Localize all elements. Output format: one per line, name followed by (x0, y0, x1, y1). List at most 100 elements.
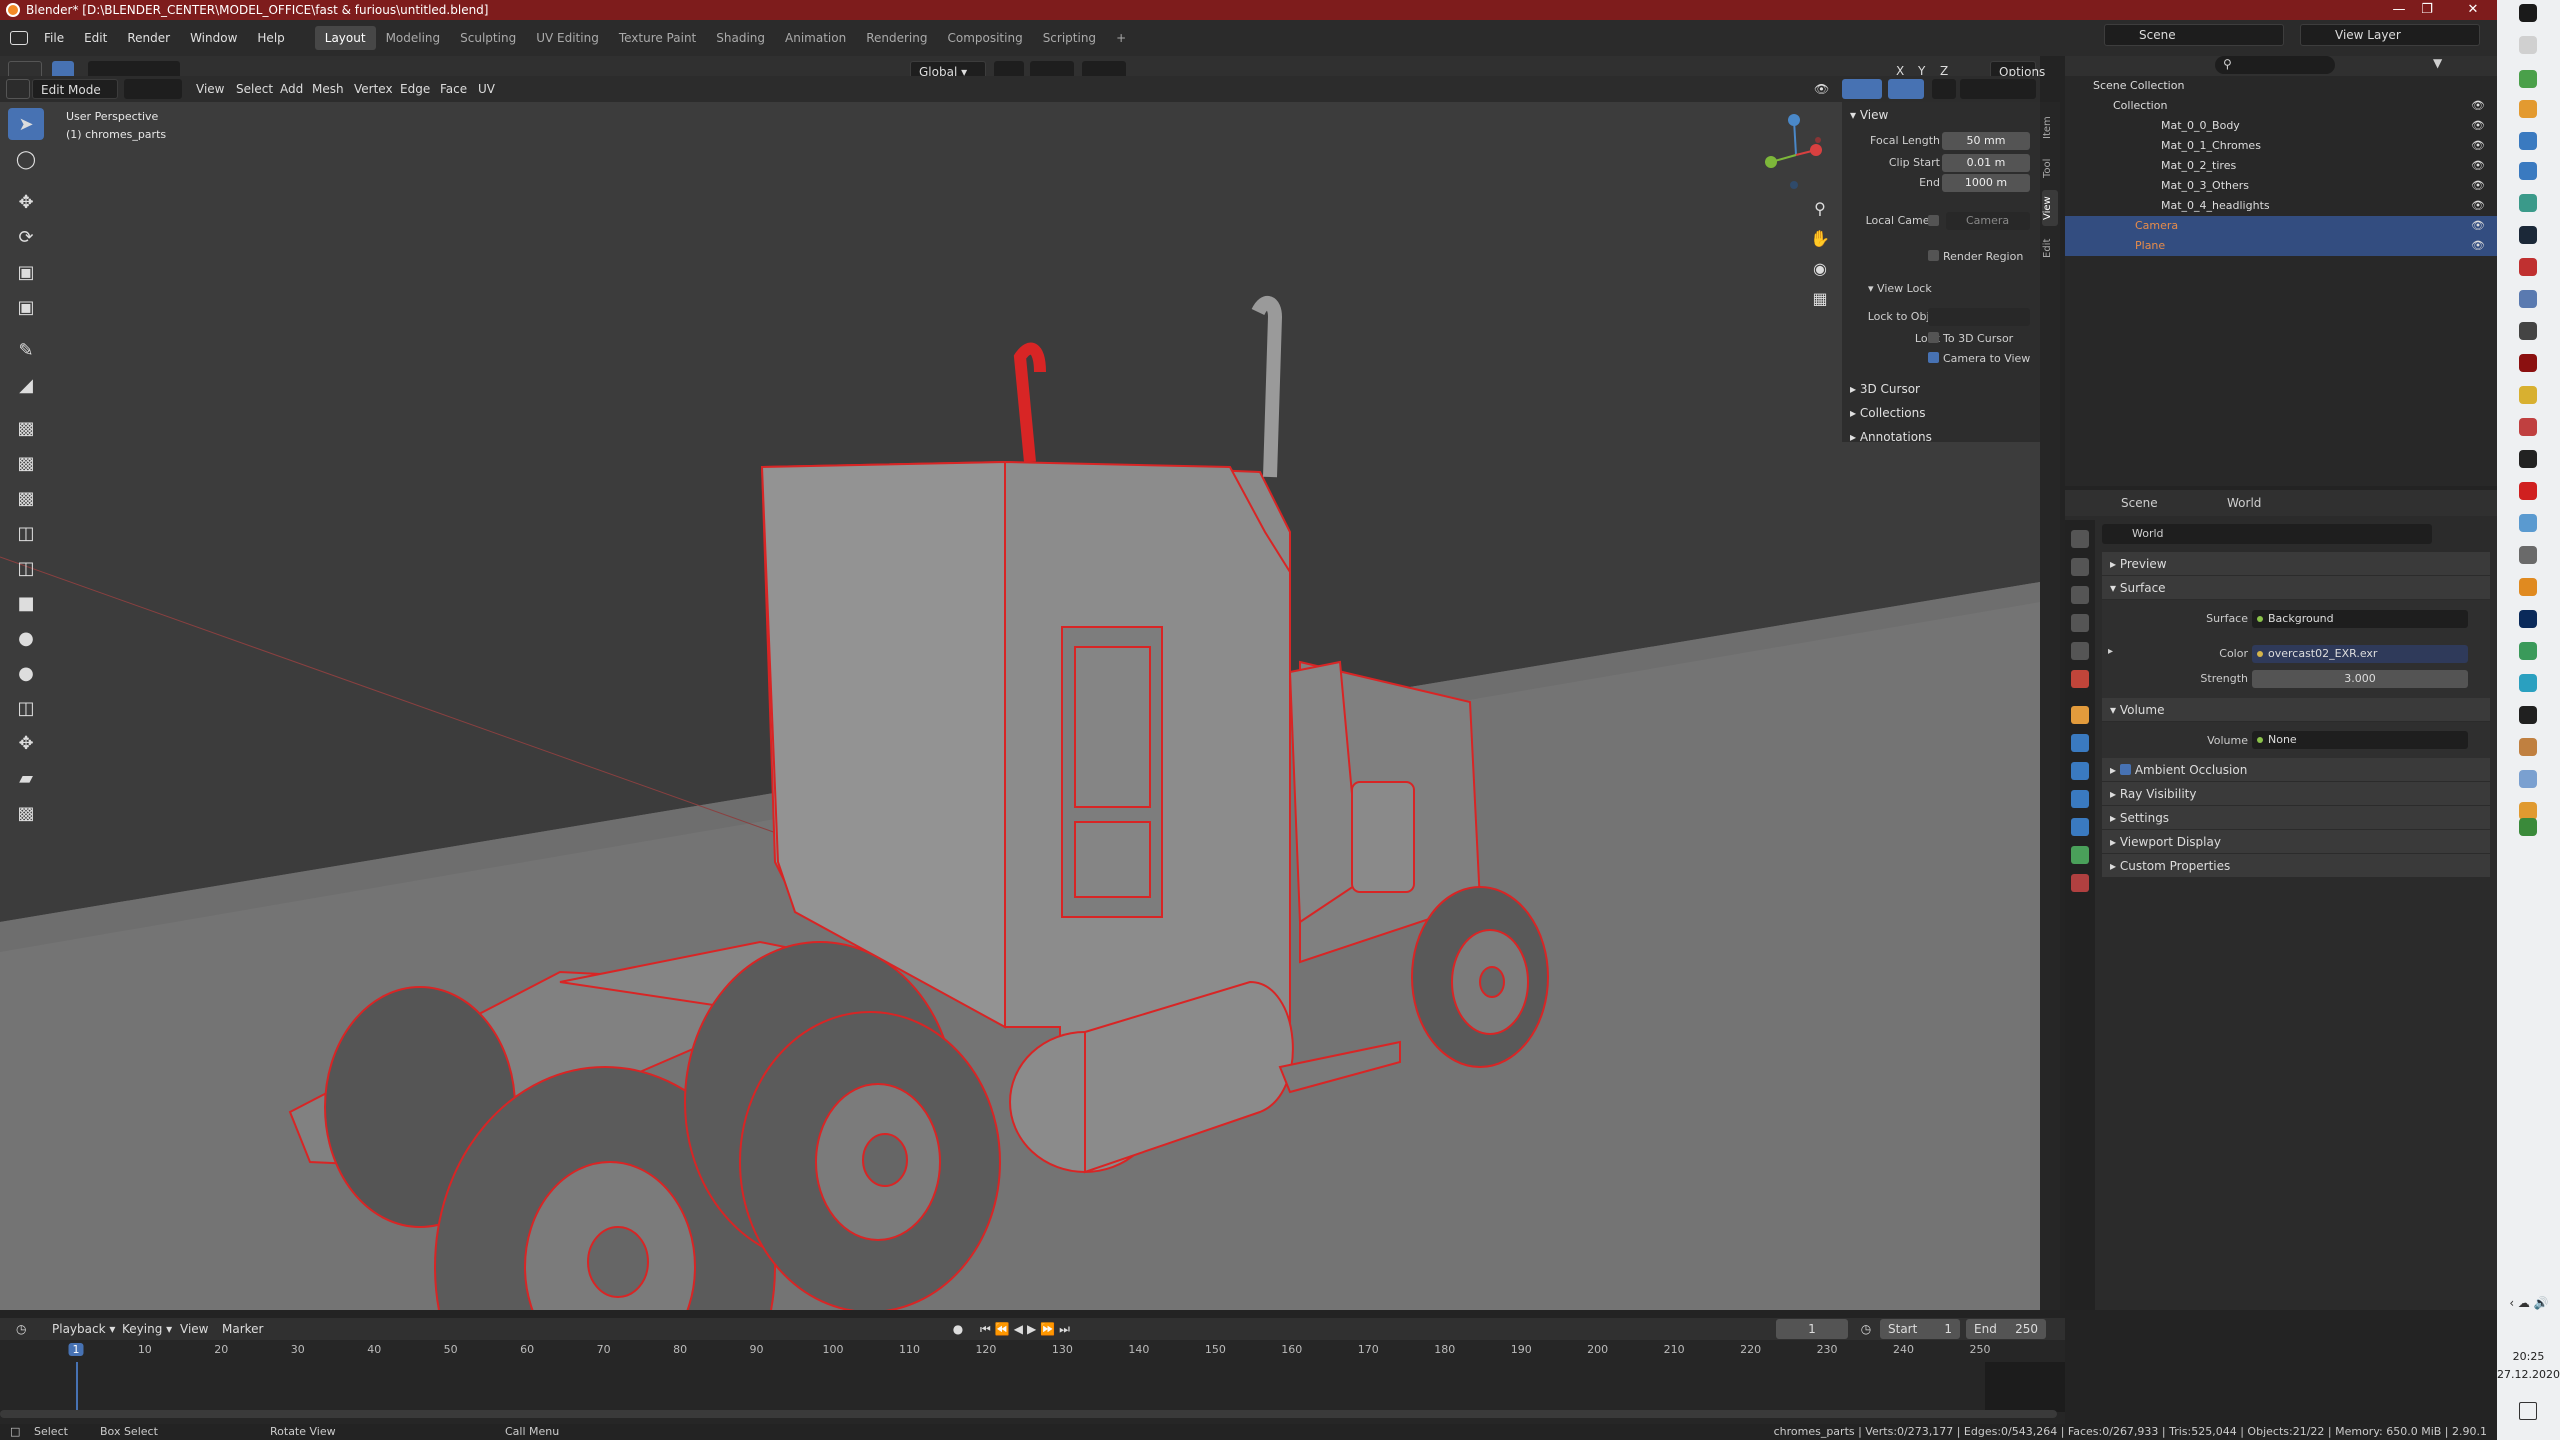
app-icon[interactable] (2519, 450, 2537, 468)
app-icon[interactable] (2519, 706, 2537, 724)
eye-icon[interactable]: 👁 (2471, 116, 2485, 136)
shading-mode-buttons[interactable] (1960, 79, 2036, 99)
app-icon[interactable] (2519, 642, 2537, 660)
material-tab-icon[interactable] (2071, 874, 2089, 892)
surface-panel-header[interactable]: ▾ Surface (2102, 576, 2490, 600)
render-region-checkbox[interactable] (1928, 250, 1939, 261)
outliner-item[interactable]: Mat_0_0_Body 👁 (2065, 116, 2497, 136)
outliner-item[interactable]: Camera 👁 (2065, 216, 2497, 236)
knife-tool-icon[interactable]: ◫ (8, 552, 44, 584)
tab-compositing[interactable]: Compositing (937, 26, 1032, 50)
ortho-grid-icon[interactable]: ▦ (1808, 284, 1832, 314)
blender-taskbar-icon[interactable] (2519, 578, 2537, 596)
transform-tool-icon[interactable]: ▣ (8, 291, 44, 323)
object-tab-icon[interactable] (2071, 706, 2089, 724)
preview-panel-header[interactable]: ▸ Preview (2102, 552, 2490, 576)
ray-visibility-panel-header[interactable]: ▸ Ray Visibility (2102, 782, 2490, 806)
sidebar-tab-edit[interactable]: Edit (2042, 230, 2058, 266)
playback-controls[interactable]: ⏮⏪◀▶⏩⏭ (972, 1319, 1082, 1339)
tab-modeling[interactable]: Modeling (376, 26, 451, 50)
color-image-field[interactable]: overcast02_EXR.exr (2252, 645, 2468, 663)
smooth-tool-icon[interactable]: ● (8, 657, 44, 689)
menu-mesh[interactable]: Mesh (304, 79, 352, 99)
menu-marker[interactable]: Marker (214, 1319, 271, 1339)
eye-icon[interactable]: 👁 (2471, 156, 2485, 176)
collections-panel-header[interactable]: ▸ Collections (1850, 406, 1925, 420)
ambient-occlusion-panel-header[interactable]: ▸ Ambient Occlusion (2102, 758, 2490, 782)
playhead[interactable] (76, 1362, 78, 1412)
timeline-scrollbar[interactable] (0, 1410, 2057, 1418)
app-icon[interactable] (2519, 354, 2537, 372)
particles-tab-icon[interactable] (2071, 762, 2089, 780)
overlay-toggle-icon[interactable] (1888, 79, 1924, 99)
opera-icon[interactable] (2519, 482, 2537, 500)
render-region-option[interactable]: Render Region (1928, 250, 2023, 263)
timeline-ruler[interactable]: 1 10 20 30 40 50 60 70 80 90 100 110 120 130 140 150 160… (0, 1340, 2065, 1362)
app-icon[interactable] (2519, 194, 2537, 212)
windows-start-icon[interactable] (2519, 4, 2537, 22)
bevel-tool-icon[interactable]: ▩ (8, 482, 44, 514)
tab-layout[interactable]: Layout (314, 26, 376, 50)
physics-tab-icon[interactable] (2071, 790, 2089, 808)
tool-tab-icon[interactable] (2071, 530, 2089, 548)
app-icon[interactable] (2519, 258, 2537, 276)
clock-date[interactable]: 27.12.2020 (2497, 1368, 2560, 1381)
app-icon[interactable] (2519, 738, 2537, 756)
data-tab-icon[interactable] (2071, 846, 2089, 864)
menu-render[interactable]: Render (117, 26, 180, 50)
system-tray-icons[interactable]: ‹ ☁ 🔊 (2507, 1294, 2551, 1312)
output-tab-icon[interactable] (2071, 586, 2089, 604)
menu-file[interactable]: File (34, 26, 74, 50)
lock-to-object-field[interactable] (1928, 308, 2030, 326)
eye-icon[interactable]: 👁 (2471, 136, 2485, 156)
extrude-tool-icon[interactable]: ▩ (8, 412, 44, 444)
rotate-tool-icon[interactable]: ⟳ (8, 221, 44, 253)
app-icon[interactable] (2519, 818, 2537, 836)
rip-tool-icon[interactable]: ▩ (8, 797, 44, 829)
navigation-gizmo[interactable] (1756, 110, 1836, 190)
outliner-search-input[interactable]: ⚲ (2215, 56, 2335, 74)
mode-dropdown[interactable]: Edit Mode ▾ (32, 79, 118, 117)
timeline-editor-icon[interactable]: ◷ (8, 1319, 34, 1339)
photoshop-icon[interactable] (2519, 610, 2537, 628)
sidebar-tab-tool[interactable]: Tool (2042, 150, 2058, 186)
menu-uv[interactable]: UV (470, 79, 503, 99)
eye-icon[interactable]: 👁 (2471, 176, 2485, 196)
custom-properties-panel-header[interactable]: ▸ Custom Properties (2102, 854, 2490, 878)
close-icon[interactable]: ✕ (2450, 0, 2496, 20)
tab-texture-paint[interactable]: Texture Paint (609, 26, 706, 50)
outliner-collection[interactable]: Collection 👁 (2065, 96, 2497, 116)
pan-hand-icon[interactable]: ✋ (1808, 224, 1832, 254)
app-icon[interactable] (2519, 514, 2537, 532)
cursor-tool-icon[interactable]: ◯ (8, 143, 44, 175)
settings-panel-header[interactable]: ▸ Settings (2102, 806, 2490, 830)
menu-keying[interactable]: Keying ▾ (114, 1319, 180, 1339)
eye-icon[interactable]: 👁 (2471, 196, 2485, 216)
shrink-fatten-tool-icon[interactable]: ✥ (8, 727, 44, 759)
steam-icon[interactable] (2519, 226, 2537, 244)
shear-tool-icon[interactable]: ▰ (8, 762, 44, 794)
outliner-item[interactable]: Plane 👁 (2065, 236, 2497, 256)
volume-node-field[interactable]: None (2252, 731, 2468, 749)
select-tool-icon[interactable]: ➤ (8, 108, 44, 140)
timeline-area[interactable] (0, 1362, 2065, 1424)
object-types-visibility-icon[interactable]: 👁 (1806, 79, 1836, 99)
editor-type-icon[interactable] (10, 31, 28, 45)
menu-playback[interactable]: Playback ▾ (44, 1319, 123, 1339)
ambient-occlusion-checkbox[interactable] (2119, 764, 2131, 775)
local-camera-checkbox[interactable] (1928, 215, 1939, 226)
loop-cut-tool-icon[interactable]: ◫ (8, 517, 44, 549)
notification-icon[interactable] (2519, 1402, 2537, 1420)
outliner-item[interactable]: Mat_0_4_headlights 👁 (2065, 196, 2497, 216)
inset-tool-icon[interactable]: ▩ (8, 447, 44, 479)
scene-tab-icon[interactable] (2071, 642, 2089, 660)
volume-panel-header[interactable]: ▾ Volume (2102, 698, 2490, 722)
menu-view[interactable]: View (188, 79, 232, 99)
render-tab-icon[interactable] (2071, 558, 2089, 576)
tab-scripting[interactable]: Scripting (1033, 26, 1106, 50)
sidebar-tab-view[interactable]: View (2042, 190, 2058, 226)
tab-animation[interactable]: Animation (775, 26, 856, 50)
annotations-panel-header[interactable]: ▸ Annotations (1850, 430, 1932, 444)
cursor3d-panel-header[interactable]: ▸ 3D Cursor (1850, 382, 1920, 396)
constraints-tab-icon[interactable] (2071, 818, 2089, 836)
